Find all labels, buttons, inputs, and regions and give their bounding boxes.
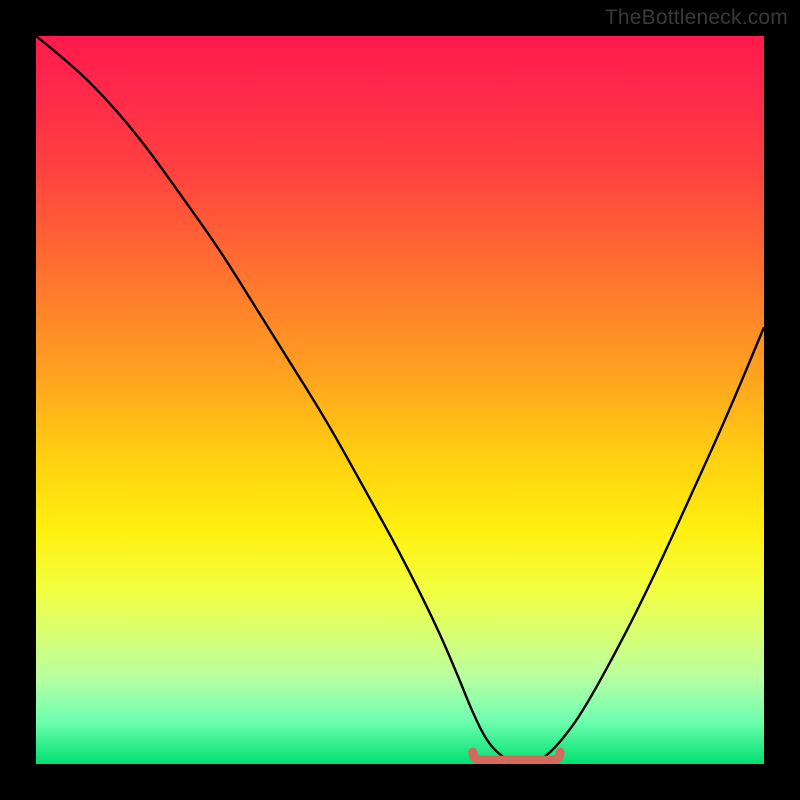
chart-svg — [36, 36, 764, 764]
credit-label: TheBottleneck.com — [605, 6, 788, 30]
chart-frame: TheBottleneck.com — [0, 0, 800, 800]
plot-area — [36, 36, 764, 764]
curve-path — [36, 36, 764, 764]
